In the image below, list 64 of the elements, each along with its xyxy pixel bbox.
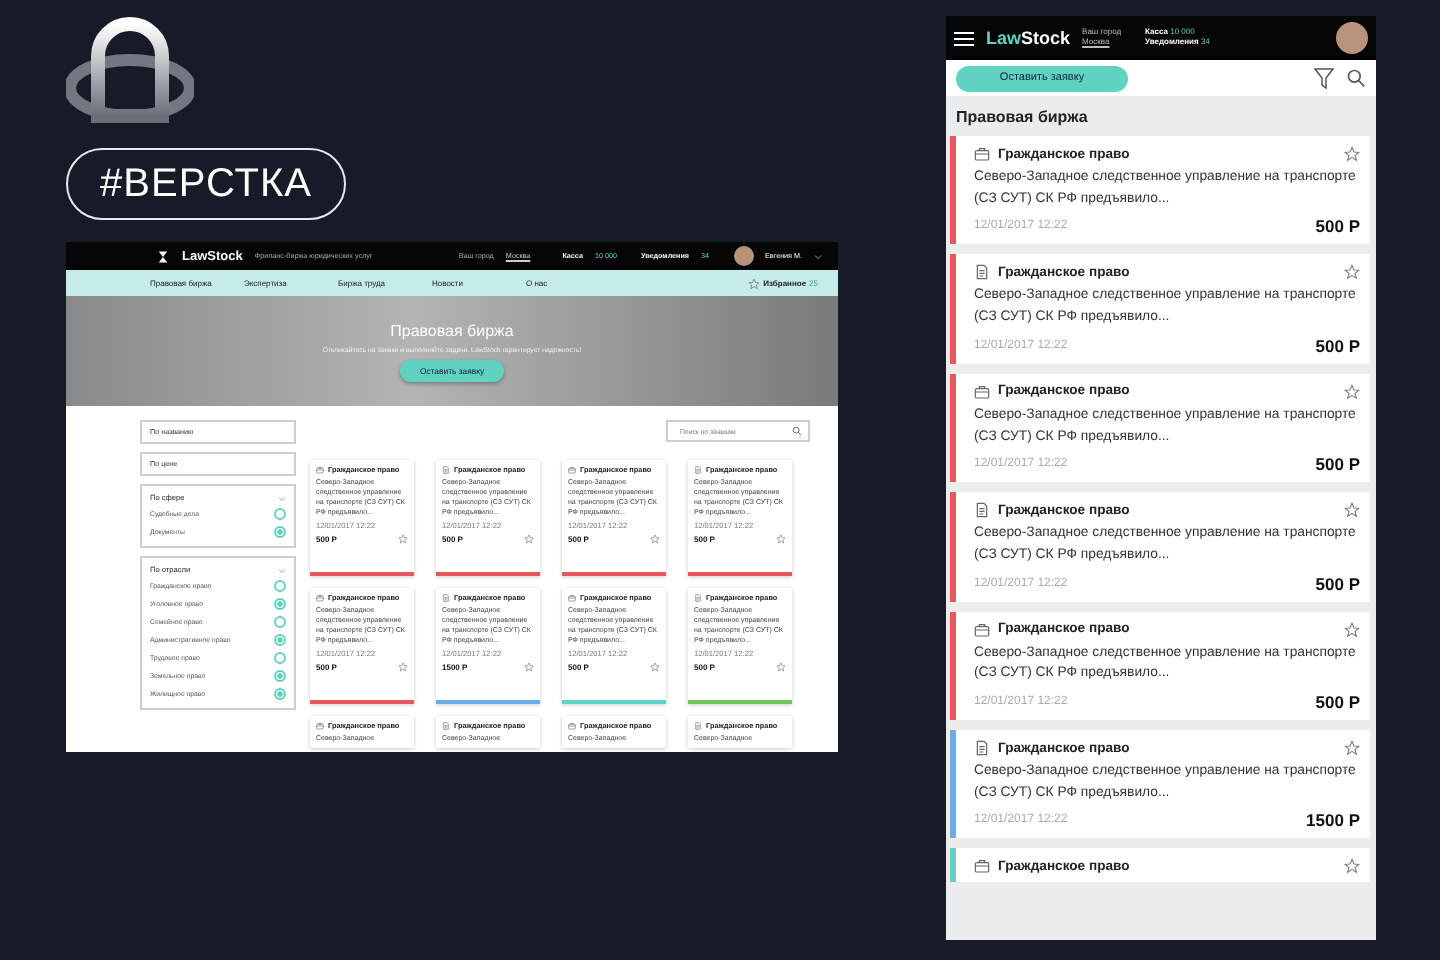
document-icon xyxy=(974,264,990,281)
filter-radio[interactable] xyxy=(274,580,286,592)
star-icon[interactable] xyxy=(776,661,786,672)
document-icon xyxy=(694,722,702,730)
page-heading: Правовая биржа xyxy=(954,105,1090,130)
briefcase-icon xyxy=(974,146,990,162)
briefcase-icon xyxy=(568,722,576,730)
briefcase-icon xyxy=(568,466,576,474)
filter-radio[interactable] xyxy=(274,670,286,682)
star-icon[interactable] xyxy=(1344,740,1360,757)
filter-radio[interactable] xyxy=(274,616,286,628)
filter-radio[interactable] xyxy=(274,688,286,700)
document-icon xyxy=(974,502,990,519)
document-icon xyxy=(442,722,450,730)
star-icon[interactable] xyxy=(1344,621,1360,638)
search-icon[interactable] xyxy=(1346,68,1366,88)
caret-icon xyxy=(278,495,286,501)
briefcase-icon xyxy=(316,722,324,730)
star-icon[interactable] xyxy=(776,533,786,544)
briefcase-icon xyxy=(974,858,990,875)
document-icon xyxy=(694,466,702,474)
filter-radio[interactable] xyxy=(274,526,286,538)
star-icon[interactable] xyxy=(650,533,660,544)
star-icon[interactable] xyxy=(524,661,534,672)
caret-icon xyxy=(814,253,822,259)
filter-radio[interactable] xyxy=(274,598,286,610)
star-icon[interactable] xyxy=(1344,502,1360,519)
document-icon xyxy=(974,740,990,757)
caret-icon xyxy=(278,567,286,573)
card-price: 500 Р xyxy=(1315,335,1360,356)
tag-label: #ВЕРСТКА xyxy=(66,148,346,220)
card-price: 500 Р xyxy=(1315,573,1360,594)
card-price: 500 Р xyxy=(1315,454,1360,475)
logo-text: LawStock xyxy=(986,28,1071,48)
card-price: 500 Р xyxy=(1315,216,1360,237)
star-icon[interactable] xyxy=(747,277,760,289)
search-icon[interactable] xyxy=(792,426,802,436)
avatar[interactable] xyxy=(733,246,754,266)
logo-icon xyxy=(156,249,170,263)
avatar[interactable] xyxy=(1336,22,1368,54)
star-icon[interactable] xyxy=(650,661,660,672)
star-icon[interactable] xyxy=(398,661,408,672)
filter-radio[interactable] xyxy=(274,634,286,646)
document-icon xyxy=(442,466,450,474)
briefcase-icon xyxy=(974,621,990,638)
star-icon[interactable] xyxy=(1344,383,1360,400)
star-icon[interactable] xyxy=(1344,264,1360,281)
card-price: 1500 Р xyxy=(1306,810,1360,831)
filter-radio[interactable] xyxy=(274,508,286,520)
star-icon[interactable] xyxy=(1344,146,1360,162)
star-icon[interactable] xyxy=(398,533,408,544)
star-icon[interactable] xyxy=(1344,858,1360,875)
briefcase-icon xyxy=(568,594,576,602)
star-icon[interactable] xyxy=(524,533,534,544)
document-icon xyxy=(442,594,450,602)
hero-title: Правовая биржа xyxy=(390,321,514,339)
briefcase-icon xyxy=(316,594,324,602)
card-price: 500 Р xyxy=(1315,692,1360,713)
filter-radio[interactable] xyxy=(274,652,286,664)
briefcase-icon xyxy=(974,383,990,400)
menu-icon[interactable] xyxy=(954,31,974,45)
briefcase-icon xyxy=(316,466,324,474)
filter-icon[interactable] xyxy=(1314,67,1334,89)
document-icon xyxy=(694,594,702,602)
